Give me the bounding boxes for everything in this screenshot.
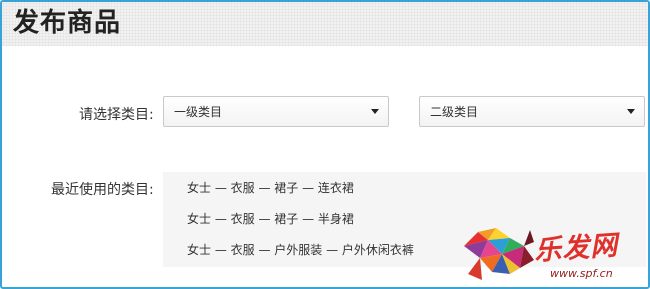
publish-product-panel: 发布商品 请选择类目: 一级类目 二级类目 最近使用的类目: 女士 — 衣服 —…	[0, 0, 650, 289]
bull-logo-icon	[464, 228, 534, 280]
page-title: 发布商品	[13, 8, 122, 38]
level2-category-select[interactable]: 二级类目	[419, 96, 645, 127]
logo-text: 乐发网	[533, 230, 620, 267]
recent-categories-label: 最近使用的类目:	[51, 182, 154, 198]
chevron-down-icon	[627, 109, 635, 114]
level1-category-select[interactable]: 一级类目	[163, 96, 389, 127]
level2-category-value: 二级类目	[430, 105, 479, 119]
logo-url: www.spf.cn	[550, 267, 613, 280]
site-watermark-logo: 乐发网 www.spf.cn	[458, 224, 648, 286]
recent-category-item[interactable]: 女士 — 衣服 — 裙子 — 半身裙	[187, 212, 354, 226]
chevron-down-icon	[371, 109, 379, 114]
level1-category-value: 一级类目	[174, 105, 223, 119]
recent-category-item[interactable]: 女士 — 衣服 — 裙子 — 连衣裙	[187, 181, 354, 195]
panel-header: 发布商品	[2, 2, 648, 46]
recent-category-item[interactable]: 女士 — 衣服 — 户外服装 — 户外休闲衣裤	[187, 243, 414, 257]
category-select-label: 请选择类目:	[79, 107, 154, 123]
